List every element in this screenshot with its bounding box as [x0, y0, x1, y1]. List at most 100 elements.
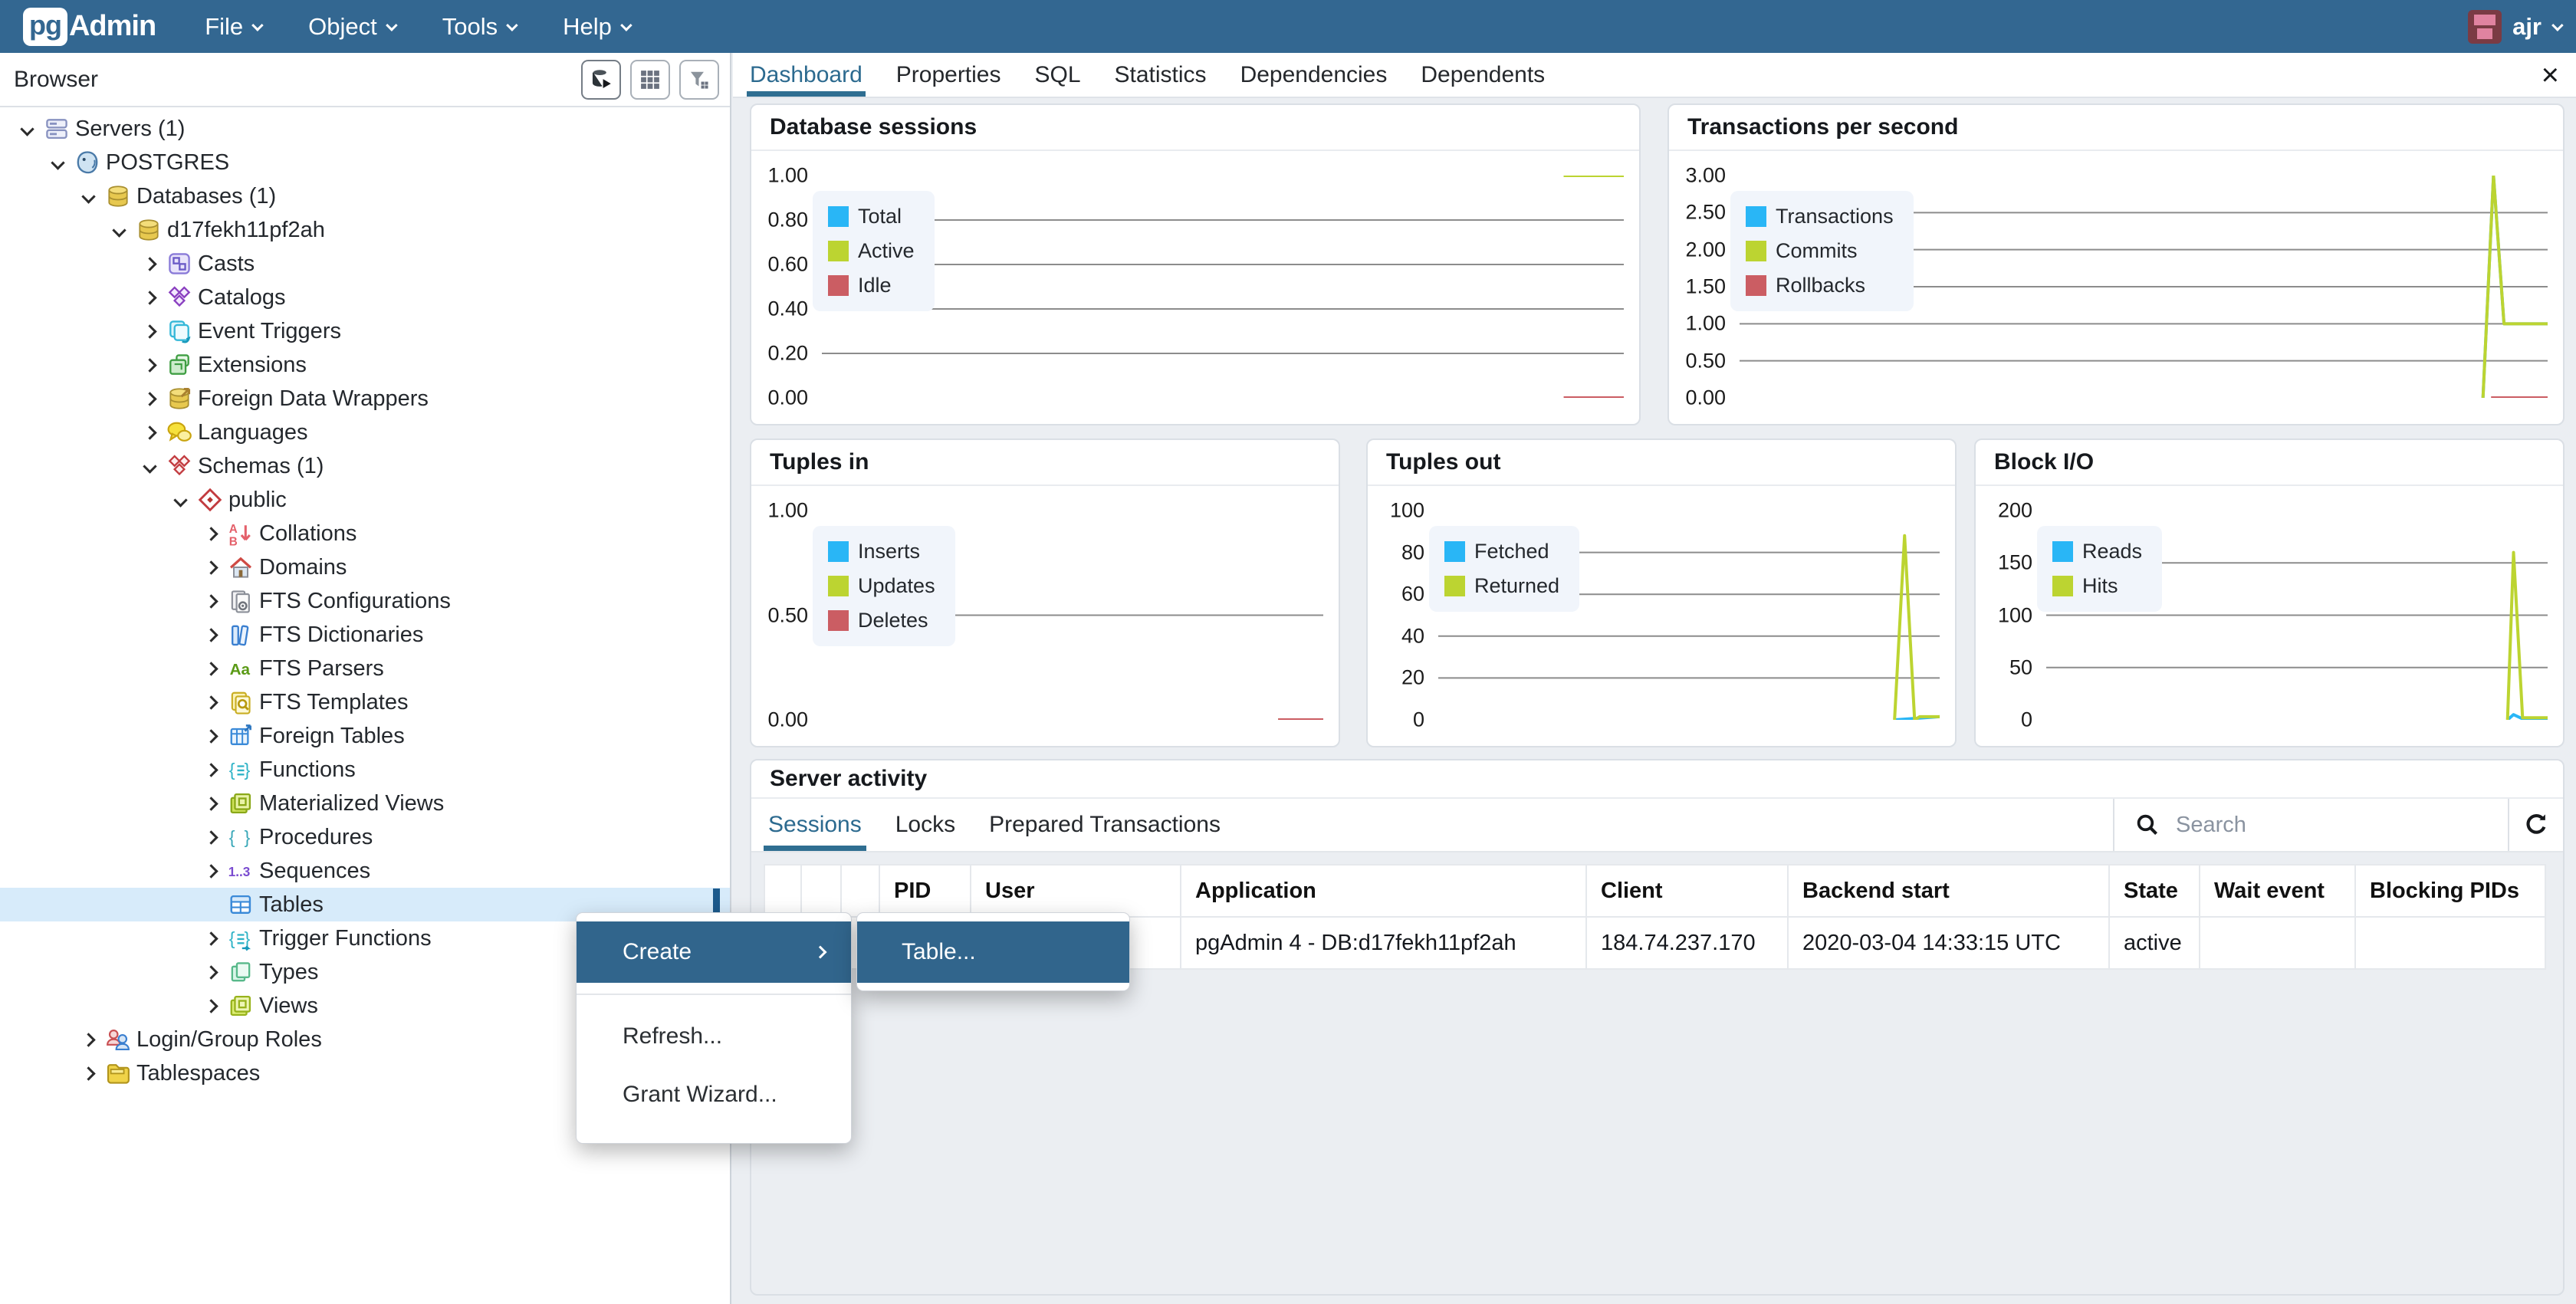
tree-item-sequences[interactable]: 1..3Sequences	[0, 854, 730, 888]
tree-item-materialized-views[interactable]: Materialized Views	[0, 787, 730, 820]
column-header-user[interactable]: User	[971, 865, 1181, 917]
chevron-down-icon[interactable]	[135, 452, 164, 481]
chevron-right-icon[interactable]	[135, 418, 164, 447]
column-header-blank[interactable]	[841, 865, 879, 917]
menu-tools[interactable]: Tools	[442, 13, 515, 41]
activity-tab-prepared-transactions[interactable]: Prepared Transactions	[989, 799, 1221, 851]
tree-item-collations[interactable]: ABCollations	[0, 517, 730, 550]
chevron-right-icon[interactable]	[196, 957, 225, 987]
pgadmin-logo[interactable]: pg Admin	[23, 8, 156, 46]
tree-item-label: d17fekh11pf2ah	[167, 218, 325, 243]
types-icon	[227, 958, 255, 986]
column-header-client[interactable]: Client	[1586, 865, 1788, 917]
chevron-right-icon[interactable]	[135, 317, 164, 346]
y-axis-tick: 50	[1988, 655, 2032, 679]
y-axis-tick: 0.00	[764, 386, 808, 410]
catalogs-icon	[166, 284, 193, 311]
tree-item-public[interactable]: public	[0, 483, 730, 517]
legend-entry-transactions: Transactions	[1746, 205, 1894, 228]
tree-item-functions[interactable]: {}Functions	[0, 753, 730, 787]
tree-item-procedures[interactable]: {}Procedures	[0, 820, 730, 854]
chevron-right-icon[interactable]	[135, 350, 164, 379]
chevron-right-icon[interactable]	[74, 1059, 103, 1088]
column-header-backend-start[interactable]: Backend start	[1788, 865, 2109, 917]
tree-item-languages[interactable]: Languages	[0, 416, 730, 449]
chevron-right-icon[interactable]	[196, 991, 225, 1020]
cell-state: active	[2109, 917, 2200, 969]
legend-entry-commits: Commits	[1746, 239, 1894, 263]
context-menu: Create Refresh...Grant Wizard...	[576, 912, 852, 1144]
tab-statistics[interactable]: Statistics	[1115, 53, 1207, 97]
context-submenu-item-table[interactable]: Table...	[857, 921, 1129, 983]
column-header-blank[interactable]	[764, 865, 801, 917]
context-menu-item-refresh[interactable]: Refresh...	[577, 1007, 851, 1066]
chevron-right-icon[interactable]	[196, 823, 225, 852]
chevron-down-icon	[2551, 19, 2564, 31]
tree-item-d17fekh11pf2ah[interactable]: d17fekh11pf2ah	[0, 213, 730, 247]
tree-item-schemas-1[interactable]: Schemas (1)	[0, 449, 730, 483]
tree-item-domains[interactable]: Domains	[0, 550, 730, 584]
refresh-button[interactable]	[2508, 799, 2563, 851]
tree-item-fts-configurations[interactable]: FTS Configurations	[0, 584, 730, 618]
column-header-state[interactable]: State	[2109, 865, 2200, 917]
tree-item-foreign-data-wrappers[interactable]: Foreign Data Wrappers	[0, 382, 730, 416]
chevron-down-icon[interactable]	[166, 485, 195, 514]
column-header-blocking-pids[interactable]: Blocking PIDs	[2355, 865, 2545, 917]
chevron-right-icon[interactable]	[196, 688, 225, 717]
tab-dependents[interactable]: Dependents	[1421, 53, 1545, 97]
chevron-right-icon[interactable]	[196, 620, 225, 649]
column-header-pid[interactable]: PID	[879, 865, 971, 917]
close-icon[interactable]: ×	[2542, 60, 2559, 90]
chevron-down-icon[interactable]	[104, 215, 133, 245]
tree-item-databases-1[interactable]: Databases (1)	[0, 179, 730, 213]
tree-item-label: Types	[259, 960, 318, 985]
menu-file[interactable]: File	[205, 13, 261, 41]
query-tool-button[interactable]	[581, 60, 621, 100]
tree-item-casts[interactable]: Casts	[0, 247, 730, 281]
context-menu-item-grant-wizard[interactable]: Grant Wizard...	[577, 1066, 851, 1124]
activity-tab-sessions[interactable]: Sessions	[768, 799, 862, 851]
chevron-right-icon[interactable]	[135, 249, 164, 278]
tree-item-event-triggers[interactable]: Event Triggers	[0, 314, 730, 348]
tab-properties[interactable]: Properties	[896, 53, 1001, 97]
sequences-icon: 1..3	[227, 857, 255, 885]
column-header-blank[interactable]	[801, 865, 841, 917]
tree-item-fts-parsers[interactable]: AaFTS Parsers	[0, 652, 730, 685]
y-axis-tick: 0.00	[1681, 386, 1726, 410]
tree-item-postgres[interactable]: POSTGRES	[0, 146, 730, 179]
tree-item-extensions[interactable]: Extensions	[0, 348, 730, 382]
menu-object[interactable]: Object	[308, 13, 395, 41]
tab-dashboard[interactable]: Dashboard	[750, 53, 863, 97]
chevron-right-icon[interactable]	[196, 789, 225, 818]
tab-sql[interactable]: SQL	[1035, 53, 1081, 97]
chevron-right-icon[interactable]	[196, 856, 225, 885]
chevron-right-icon[interactable]	[196, 721, 225, 751]
tree-item-foreign-tables[interactable]: Foreign Tables	[0, 719, 730, 753]
chevron-right-icon[interactable]	[196, 519, 225, 548]
column-header-application[interactable]: Application	[1181, 865, 1586, 917]
chevron-right-icon[interactable]	[196, 586, 225, 616]
tree-item-fts-dictionaries[interactable]: FTS Dictionaries	[0, 618, 730, 652]
chevron-down-icon[interactable]	[74, 182, 103, 211]
tab-dependencies[interactable]: Dependencies	[1240, 53, 1388, 97]
chevron-right-icon[interactable]	[196, 755, 225, 784]
chevron-right-icon[interactable]	[135, 283, 164, 312]
activity-tab-locks[interactable]: Locks	[895, 799, 955, 851]
context-menu-item-create[interactable]: Create	[577, 921, 851, 983]
view-data-button[interactable]	[630, 60, 670, 100]
chevron-right-icon[interactable]	[135, 384, 164, 413]
chevron-right-icon[interactable]	[74, 1025, 103, 1054]
filter-button[interactable]	[679, 60, 719, 100]
chevron-down-icon[interactable]	[43, 148, 72, 177]
menu-help[interactable]: Help	[563, 13, 629, 41]
chevron-down-icon[interactable]	[12, 114, 41, 143]
user-menu[interactable]: ajr	[2468, 10, 2576, 44]
tree-item-catalogs[interactable]: Catalogs	[0, 281, 730, 314]
tree-item-fts-templates[interactable]: FTS Templates	[0, 685, 730, 719]
chevron-right-icon[interactable]	[196, 924, 225, 953]
chevron-right-icon[interactable]	[196, 654, 225, 683]
column-header-wait-event[interactable]: Wait event	[2200, 865, 2355, 917]
tree-item-servers-1[interactable]: Servers (1)	[0, 112, 730, 146]
chevron-right-icon[interactable]	[196, 553, 225, 582]
search-input[interactable]	[2176, 813, 2467, 838]
